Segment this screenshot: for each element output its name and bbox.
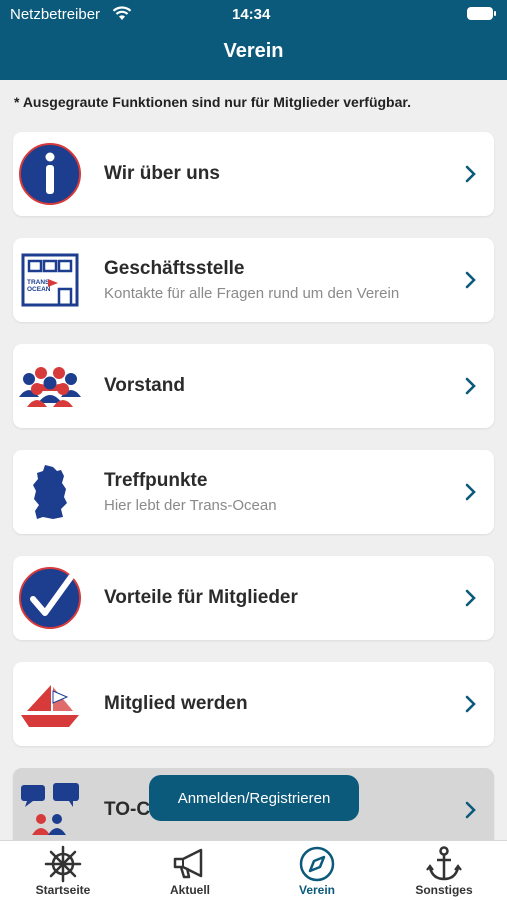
login-register-button[interactable]: Anmelden/Registrieren	[149, 775, 359, 821]
tab-bar: Startseite Aktuell Verein Sonstiges	[0, 840, 507, 900]
menu-item-title: Wir über uns	[104, 163, 220, 184]
app-header: Netzbetreiber 14:34 Verein	[0, 0, 507, 80]
card-text: Treffpunkte Hier lebt der Trans-Ocean	[104, 450, 277, 534]
helm-icon	[44, 845, 82, 883]
sailboat-icon	[21, 685, 79, 727]
page-title: Verein	[223, 40, 284, 62]
chevron-right-icon	[465, 589, 476, 607]
tab-label: Aktuell	[169, 883, 210, 897]
clock: 14:34	[232, 6, 271, 23]
menu-item-title: Vorstand	[104, 375, 185, 396]
megaphone-icon	[173, 848, 203, 879]
tab-sonstiges[interactable]: Sonstiges	[381, 841, 507, 900]
compass-icon	[299, 846, 335, 882]
card-text: Wir über uns	[104, 132, 220, 216]
chevron-right-icon	[465, 483, 476, 501]
menu-item-title: Mitglied werden	[104, 693, 248, 714]
menu-item-title: TO-C	[104, 799, 151, 820]
chat-people-icon	[21, 783, 79, 835]
chevron-right-icon	[465, 165, 476, 183]
chevron-right-icon	[465, 695, 476, 713]
chevron-right-icon	[465, 377, 476, 395]
tab-verein[interactable]: Verein	[254, 841, 380, 900]
checkmark-icon	[19, 567, 81, 629]
logo-text-trans: TRANS	[27, 279, 50, 286]
menu-item-mitglied-werden[interactable]: Mitglied werden	[13, 662, 494, 746]
office-building-icon: TRANS OCEAN	[21, 253, 79, 307]
carrier-label: Netzbetreiber	[10, 6, 101, 23]
members-only-notice: * Ausgegraute Funktionen sind nur für Mi…	[14, 94, 411, 110]
tab-startseite[interactable]: Startseite	[0, 841, 126, 900]
menu-list: Wir über uns TRANS OCEAN Geschäftsstelle…	[13, 132, 494, 874]
status-bar: Netzbetreiber 14:34	[0, 0, 507, 28]
card-text: Vorteile für Mitglieder	[104, 556, 298, 640]
menu-item-vorteile[interactable]: Vorteile für Mitglieder	[13, 556, 494, 640]
battery-icon	[467, 7, 496, 20]
menu-item-title: Vorteile für Mitglieder	[104, 587, 298, 608]
menu-item-title: Treffpunkte	[104, 470, 208, 491]
card-text: Geschäftsstelle Kontakte für alle Fragen…	[104, 238, 399, 322]
tab-aktuell[interactable]: Aktuell	[127, 841, 253, 900]
menu-item-treffpunkte[interactable]: Treffpunkte Hier lebt der Trans-Ocean	[13, 450, 494, 534]
menu-item-title: Geschäftsstelle	[104, 258, 245, 279]
wifi-icon	[112, 6, 132, 20]
menu-item-vorstand[interactable]: Vorstand	[13, 344, 494, 428]
menu-item-wir-ueber-uns[interactable]: Wir über uns	[13, 132, 494, 216]
people-group-icon	[19, 367, 81, 407]
menu-item-subtitle: Hier lebt der Trans-Ocean	[104, 497, 277, 514]
info-icon	[19, 143, 81, 205]
tab-label: Startseite	[35, 883, 91, 897]
germany-map-icon	[33, 465, 67, 519]
chevron-right-icon	[465, 271, 476, 289]
menu-item-geschaeftsstelle[interactable]: TRANS OCEAN Geschäftsstelle Kontakte für…	[13, 238, 494, 322]
logo-text-ocean: OCEAN	[27, 286, 51, 293]
anchor-icon	[426, 846, 462, 881]
tab-label: Verein	[298, 883, 336, 897]
chevron-right-icon	[465, 801, 476, 819]
tab-label: Sonstiges	[415, 883, 473, 897]
card-text: Vorstand	[104, 344, 185, 428]
card-text: Mitglied werden	[104, 662, 248, 746]
menu-item-subtitle: Kontakte für alle Fragen rund um den Ver…	[104, 285, 400, 302]
